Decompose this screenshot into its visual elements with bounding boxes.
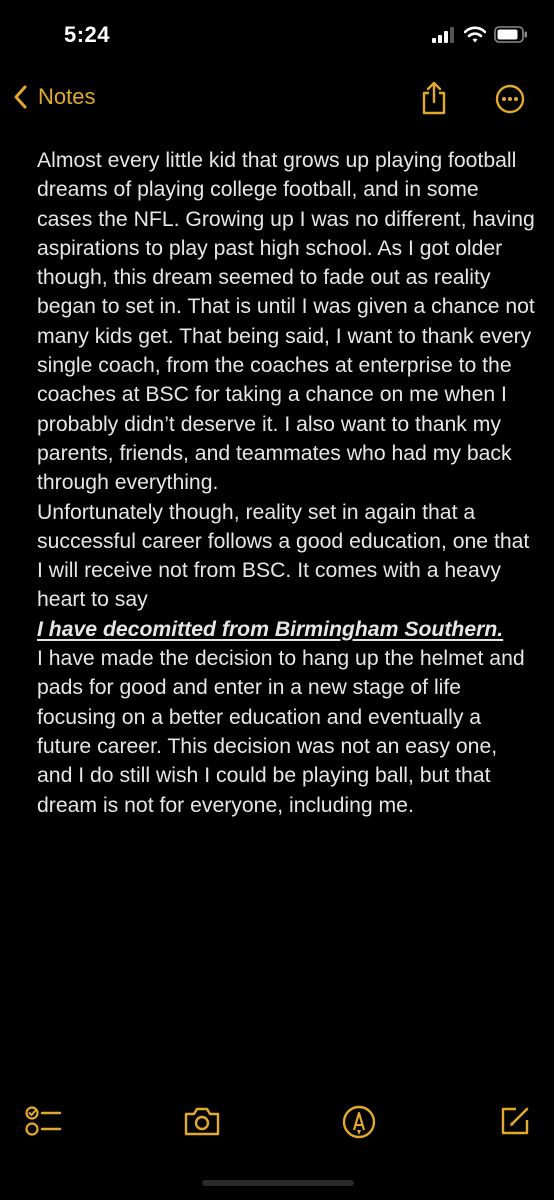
- back-button-label: Notes: [38, 84, 96, 109]
- note-middle-text: Unfortunately though, reality set in aga…: [37, 500, 530, 612]
- share-icon: [422, 81, 446, 115]
- battery-icon: [494, 26, 527, 43]
- chevron-left-icon: [14, 85, 27, 109]
- checklist-icon: [25, 1106, 62, 1136]
- note-paragraph-closing: I have made the decision to hang up the …: [37, 647, 525, 817]
- note-body[interactable]: Almost every little kid that grows up pl…: [37, 146, 537, 820]
- note-emphasis: I have decomitted from Birmingham Southe…: [37, 617, 504, 641]
- nav-bar: Notes: [0, 72, 554, 128]
- note-paragraph-middle: Unfortunately though, reality set in aga…: [37, 498, 537, 644]
- back-button[interactable]: Notes: [10, 82, 95, 112]
- checklist-button[interactable]: [24, 1104, 64, 1143]
- status-bar: 5:24: [0, 0, 554, 72]
- bottom-toolbar: [0, 1096, 554, 1156]
- note-paragraph-intro: Almost every little kid that grows up pl…: [37, 149, 535, 495]
- markup-icon: [342, 1105, 376, 1139]
- home-indicator: [202, 1180, 354, 1186]
- compose-button[interactable]: [498, 1104, 532, 1143]
- wifi-icon: [464, 26, 486, 43]
- more-icon: [495, 84, 525, 114]
- share-button[interactable]: [420, 80, 448, 121]
- status-time: 5:24: [64, 22, 111, 47]
- status-icons: [432, 26, 528, 43]
- markup-button[interactable]: [341, 1104, 377, 1145]
- compose-icon: [501, 1107, 529, 1135]
- camera-button[interactable]: [182, 1104, 222, 1143]
- more-button[interactable]: [495, 84, 525, 119]
- camera-icon: [184, 1107, 220, 1136]
- signal-icon: [432, 26, 454, 43]
